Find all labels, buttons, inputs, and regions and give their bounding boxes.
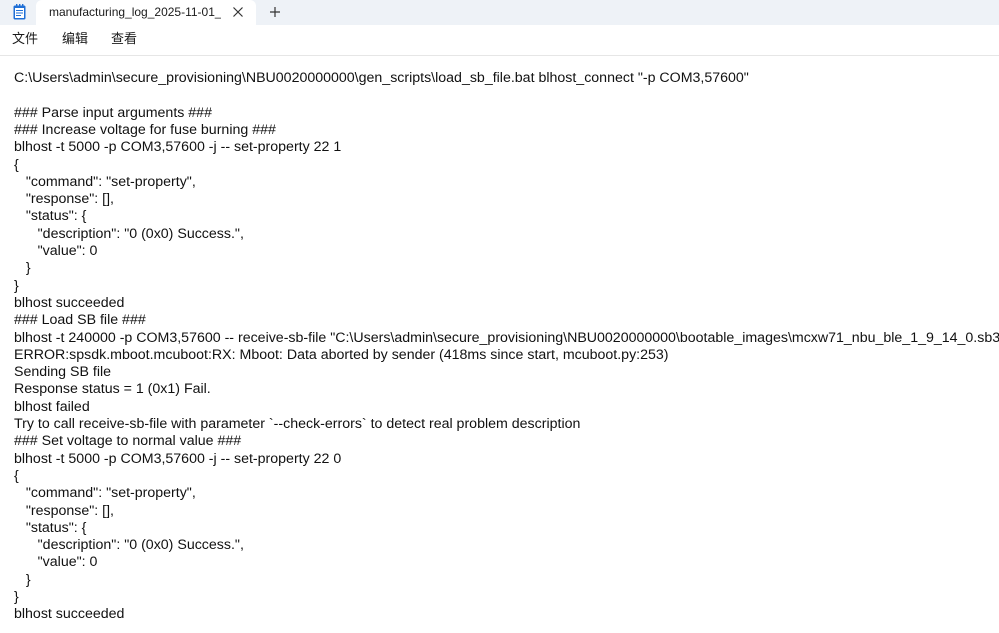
text-line: C:\Users\admin\secure_provisioning\NBU00… xyxy=(14,70,749,86)
text-line: "response": [], xyxy=(14,502,114,519)
tab-bar: manufacturing_log_2025-11-01_22-2 xyxy=(0,0,999,25)
tab-title: manufacturing_log_2025-11-01_22-2 xyxy=(49,5,221,19)
notepad-icon xyxy=(13,4,26,20)
menu-edit[interactable]: 编辑 xyxy=(62,32,88,48)
text-line: "command": "set-property", xyxy=(14,485,196,502)
text-line: { xyxy=(14,467,19,484)
text-line: "command": "set-property", xyxy=(14,173,196,190)
menu-bar: 文件 编辑 查看 xyxy=(0,25,999,56)
text-line: Try to call receive-sb-file with paramet… xyxy=(14,416,581,432)
text-line: ### Load SB file ### xyxy=(14,312,146,329)
text-line: blhost -t 5000 -p COM3,57600 -j -- set-p… xyxy=(14,450,342,467)
text-line: } xyxy=(14,277,19,294)
plus-icon[interactable] xyxy=(266,3,284,21)
text-line: Response status = 1 (0x1) Fail. xyxy=(14,381,211,398)
text-line: blhost succeeded xyxy=(14,606,125,623)
close-icon[interactable] xyxy=(229,3,247,21)
text-line: "response": [], xyxy=(14,191,114,208)
text-line: "status": { xyxy=(14,519,87,536)
text-line: ### Set voltage to normal value ### xyxy=(14,433,242,450)
text-line: "value": 0 xyxy=(14,243,98,259)
text-line: ### Increase voltage for fuse burning ##… xyxy=(14,121,276,138)
text-line: "description": "0 (0x0) Success.", xyxy=(14,537,244,554)
text-line: } xyxy=(14,571,31,588)
text-line: { xyxy=(14,156,19,173)
text-line: "description": "0 (0x0) Success.", xyxy=(14,225,244,242)
text-line: blhost -t 5000 -p COM3,57600 -j -- set-p… xyxy=(14,139,342,156)
text-line: } xyxy=(14,589,19,605)
notepad-window: manufacturing_log_2025-11-01_22-2 文件 编辑 … xyxy=(0,0,999,633)
text-line: "value": 0 xyxy=(14,554,98,571)
tab-active[interactable]: manufacturing_log_2025-11-01_22-2 xyxy=(36,0,256,25)
menu-view[interactable]: 查看 xyxy=(111,32,137,48)
text-line: ERROR:spsdk.mboot.mcuboot:RX: Mboot: Dat… xyxy=(14,346,669,363)
text-line: ### Parse input arguments ### xyxy=(14,104,212,121)
text-editor[interactable]: C:\Users\admin\secure_provisioning\NBU00… xyxy=(0,56,999,633)
text-line: blhost succeeded xyxy=(14,294,125,311)
text-line: blhost -t 240000 -p COM3,57600 -- receiv… xyxy=(14,329,999,346)
text-line: blhost failed xyxy=(14,398,90,415)
text-line: } xyxy=(14,260,31,277)
menu-file[interactable]: 文件 xyxy=(12,32,38,48)
text-line: Sending SB file xyxy=(14,364,112,381)
text-line: "status": { xyxy=(14,208,87,225)
